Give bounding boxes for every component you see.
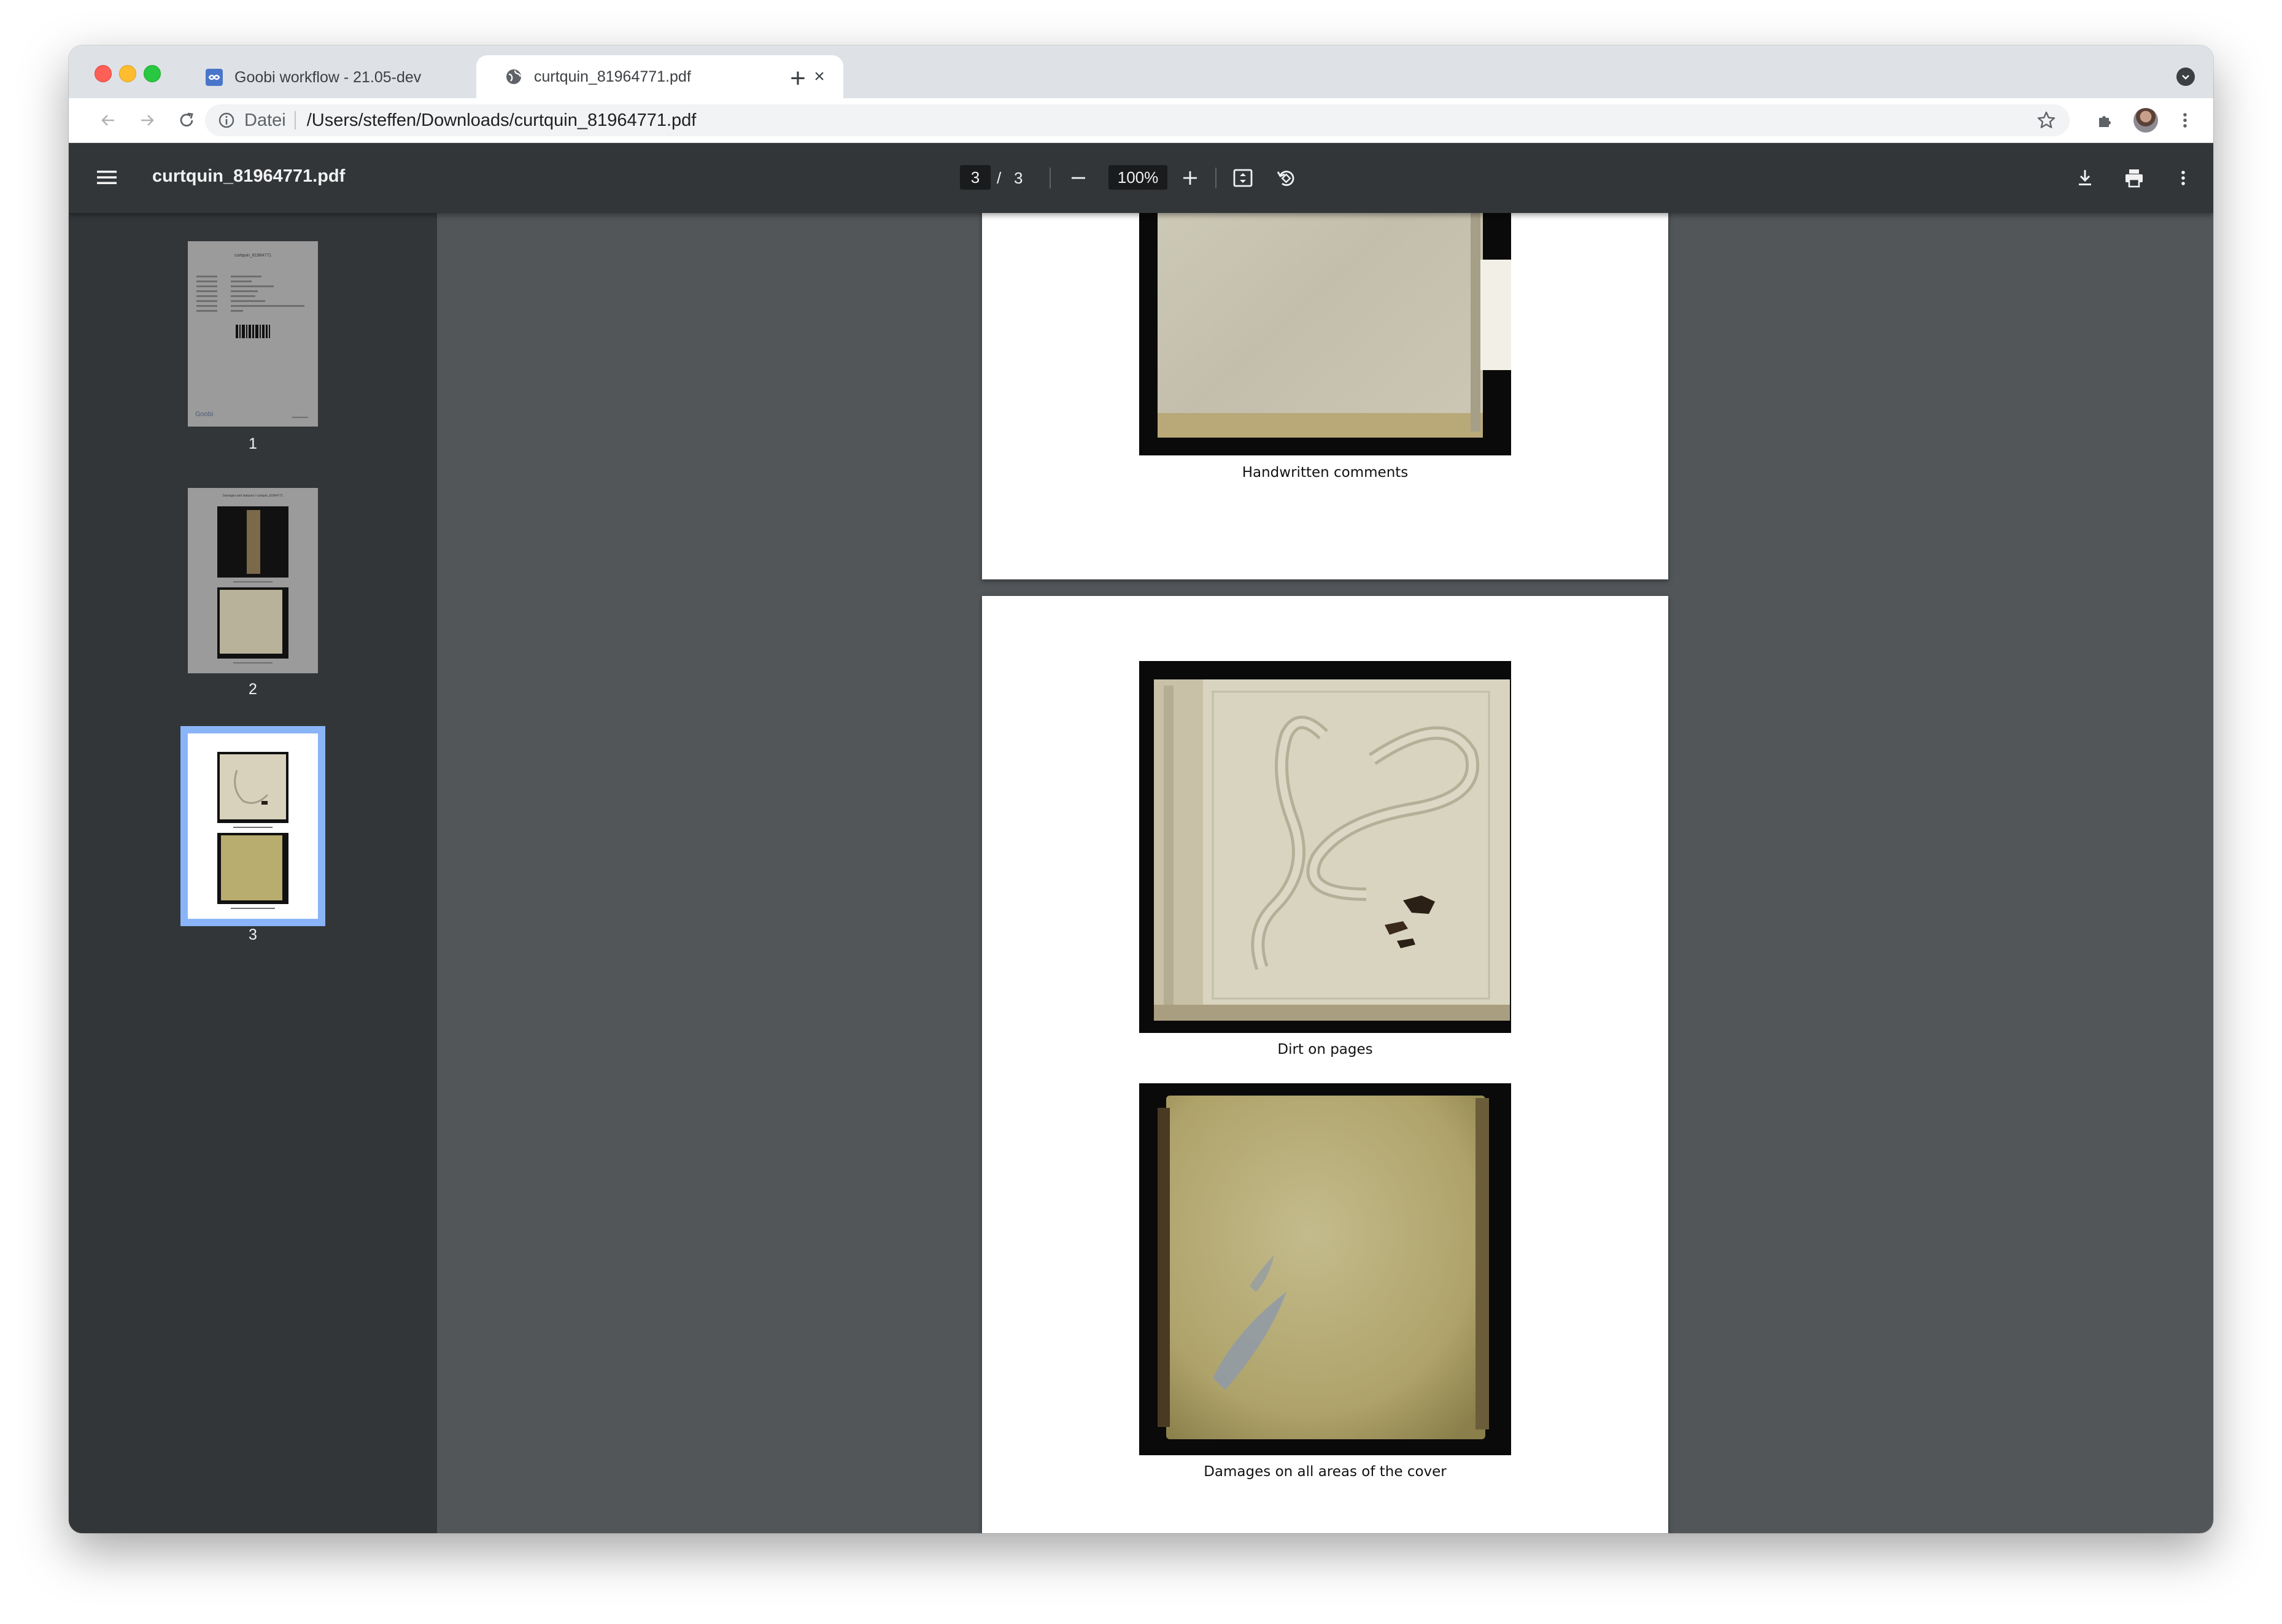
thumbnail-label-3: 3 <box>249 926 257 943</box>
pdf-filename: curtquin_81964771.pdf <box>152 166 346 186</box>
thumbnail-page-2[interactable]: Damages and statuses / curtquin_81964771 <box>188 488 318 673</box>
thumbnail-label-1: 1 <box>249 435 257 452</box>
caption-damages-cover: Damages on all areas of the cover <box>1204 1464 1447 1480</box>
new-tab-plus-icon[interactable]: + <box>783 63 813 93</box>
pdf-menu-kebab-icon[interactable] <box>2170 165 2196 191</box>
goobi-favicon-icon <box>205 68 223 87</box>
globe-icon <box>505 68 523 86</box>
thumbnail-page-1[interactable]: curtquin_81964771 Goobi <box>188 241 318 427</box>
address-divider <box>294 111 296 130</box>
thumbnail-page-3[interactable] <box>180 726 325 926</box>
pdf-viewer: curtquin_81964771.pdf 3 / 3 100% curtqui… <box>69 143 2213 1533</box>
toolbar-divider <box>1215 168 1216 188</box>
bookmark-star-icon[interactable] <box>2036 110 2056 130</box>
thumbnail-sidebar: curtquin_81964771 Goobi 1 Damages and st… <box>69 213 437 1533</box>
caption-dirt-on-pages: Dirt on pages <box>1277 1042 1373 1058</box>
info-icon[interactable] <box>217 111 236 130</box>
zoom-in-plus-icon[interactable] <box>1177 165 1203 191</box>
page-number-input[interactable]: 3 <box>960 165 991 190</box>
thumb-scan-images <box>217 752 288 909</box>
thumb-metadata-lines <box>196 276 308 418</box>
address-scheme-label: Datei <box>244 110 286 130</box>
print-icon[interactable] <box>2121 165 2147 191</box>
caption-handwritten-comments: Handwritten comments <box>1242 465 1409 481</box>
tab-title: curtquin_81964771.pdf <box>534 68 691 85</box>
pdf-page-3: Dirt on pages Damages on all areas of th… <box>982 596 1668 1533</box>
page-separator: / <box>997 169 1002 187</box>
browser-window: Goobi workflow - 21.05-dev × curtquin_81… <box>69 45 2213 1533</box>
profile-avatar[interactable] <box>2133 108 2158 133</box>
tab-strip: Goobi workflow - 21.05-dev × curtquin_81… <box>69 45 2213 98</box>
address-bar[interactable]: Datei /Users/steffen/Downloads/curtquin_… <box>205 104 2070 136</box>
close-window-button[interactable] <box>95 65 112 82</box>
download-icon[interactable] <box>2072 165 2098 191</box>
fit-to-page-icon[interactable] <box>1230 165 1256 191</box>
zoom-level-input[interactable]: 100% <box>1108 165 1167 190</box>
tab-search-icon[interactable] <box>2176 68 2195 86</box>
extensions-puzzle-icon[interactable] <box>2093 108 2118 133</box>
pdf-toolbar: curtquin_81964771.pdf 3 / 3 100% <box>69 143 2213 213</box>
reload-icon[interactable] <box>173 107 200 134</box>
thumbnail-label-2: 2 <box>249 681 257 698</box>
thumb-scan-images <box>217 506 288 663</box>
forward-arrow-icon[interactable] <box>134 107 161 134</box>
back-arrow-icon[interactable] <box>95 107 122 134</box>
toolbar-divider <box>1050 168 1051 188</box>
browser-toolbar: Datei /Users/steffen/Downloads/curtquin_… <box>69 98 2213 143</box>
rotate-counterclockwise-icon[interactable] <box>1273 165 1299 191</box>
address-url[interactable]: /Users/steffen/Downloads/curtquin_819647… <box>307 110 697 131</box>
thumb-logo: Goobi <box>195 411 214 418</box>
scan-dirt-on-pages <box>1139 661 1511 1033</box>
tab-title: Goobi workflow - 21.05-dev <box>234 68 422 86</box>
browser-menu-kebab-icon[interactable] <box>2173 108 2197 133</box>
sidebar-menu-icon[interactable] <box>96 166 118 188</box>
minimize-window-button[interactable] <box>119 65 136 82</box>
maximize-window-button[interactable] <box>144 65 161 82</box>
scan-damages-cover <box>1139 1083 1511 1455</box>
zoom-out-minus-icon[interactable] <box>1066 165 1091 191</box>
page-total: 3 <box>1014 169 1023 187</box>
